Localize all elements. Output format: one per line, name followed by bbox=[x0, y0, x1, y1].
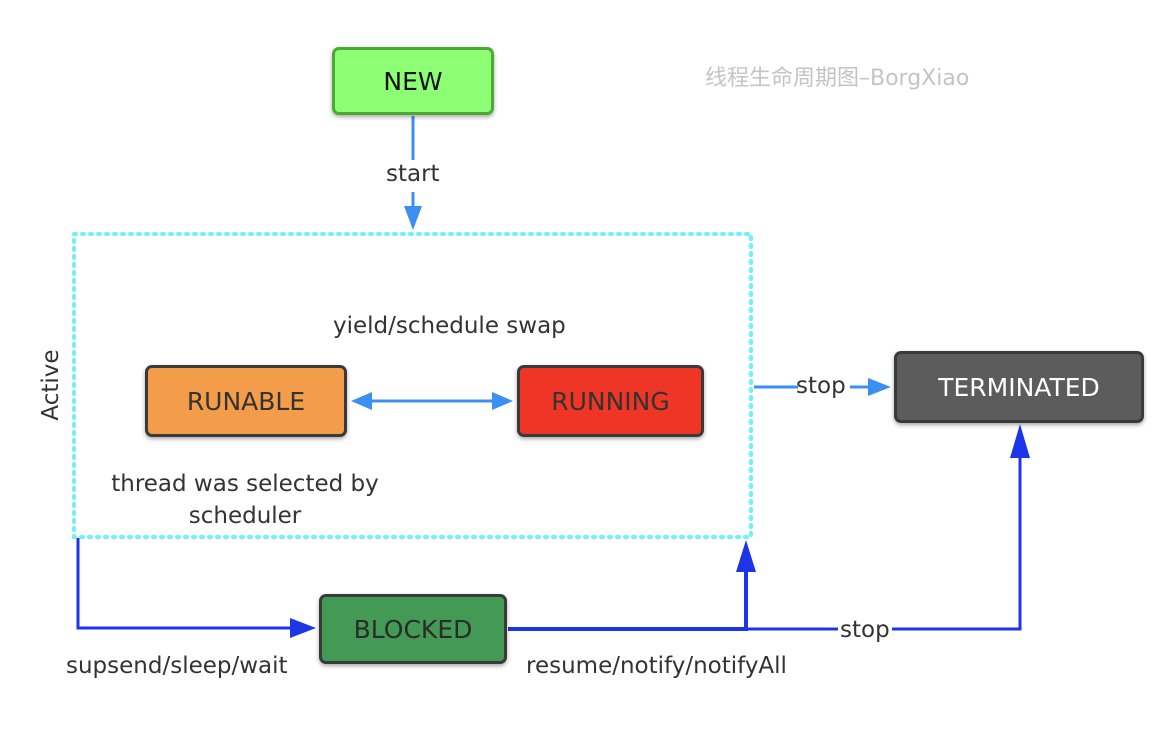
edge-label-suspend: supsend/sleep/wait bbox=[66, 653, 288, 679]
suspend-arrow bbox=[76, 538, 316, 638]
edge-label-start: start bbox=[386, 161, 440, 187]
node-running: RUNNING bbox=[517, 365, 704, 437]
node-blocked: BLOCKED bbox=[319, 594, 507, 664]
stop-arrow-blocked bbox=[746, 424, 1030, 631]
container-label-active: Active bbox=[38, 349, 65, 421]
swap-arrow bbox=[351, 392, 513, 410]
edge-label-selected: thread was selected by scheduler bbox=[111, 471, 379, 529]
node-runable: RUNABLE bbox=[145, 365, 347, 437]
edge-label-resume: resume/notify/notifyAll bbox=[526, 653, 787, 679]
resume-arrow bbox=[508, 540, 756, 631]
node-new: NEW bbox=[332, 47, 494, 115]
node-terminated: TERMINATED bbox=[894, 351, 1144, 423]
diagram-title: 线程生命周期图–BorgXiao bbox=[705, 66, 970, 91]
edge-label-yield-swap: yield/schedule swap bbox=[333, 313, 566, 339]
edge-label-stop-active: stop bbox=[796, 373, 846, 399]
edge-label-stop-blocked: stop bbox=[838, 617, 892, 645]
